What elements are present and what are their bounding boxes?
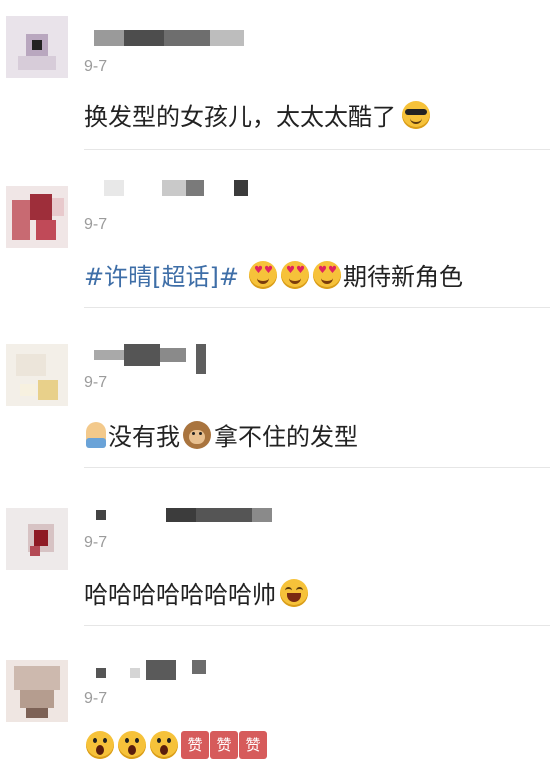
- comment-date: 9-7: [84, 374, 108, 391]
- username-blurred[interactable]: [94, 344, 206, 374]
- comment-body: 换发型的女孩儿，太太太酷了: [84, 103, 396, 131]
- comment-date: 9-7: [84, 534, 108, 551]
- heart-eyes-emoji-icon: ♥ ♥: [280, 260, 309, 289]
- comment-item[interactable]: 9-7 赞 赞 赞: [0, 626, 550, 778]
- comment-body-part1: 没有我: [108, 423, 180, 451]
- screaming-emoji-icon: [86, 731, 114, 759]
- avatar[interactable]: [6, 660, 68, 722]
- username-blurred[interactable]: [104, 180, 254, 196]
- comment-body: 期待新角色: [342, 263, 463, 291]
- comment-date: 9-7: [84, 690, 108, 707]
- comment-text: 换发型的女孩儿，太太太酷了: [84, 97, 432, 132]
- zan-sticker-icon: 赞: [210, 731, 238, 759]
- comment-item[interactable]: 9-7 没有我 拿不住的发型: [0, 308, 550, 468]
- comment-body-part2: 拿不住的发型: [214, 423, 358, 451]
- comment-date: 9-7: [84, 58, 108, 75]
- comment-item[interactable]: 9-7 哈哈哈哈哈哈哈帅: [0, 468, 550, 626]
- person-emoji-icon: [86, 421, 106, 448]
- comment-date: 9-7: [84, 216, 108, 233]
- zan-sticker-icon: 赞: [239, 731, 267, 759]
- topic-link[interactable]: #许晴[超话]#: [84, 257, 239, 292]
- heart-eyes-emoji-icon: ♥ ♥: [312, 260, 341, 289]
- avatar[interactable]: [6, 186, 68, 248]
- screaming-emoji-icon: [150, 731, 178, 759]
- username-blurred[interactable]: [96, 508, 272, 522]
- screaming-emoji-icon: [118, 731, 146, 759]
- comment-body: 哈哈哈哈哈哈哈帅: [84, 581, 276, 609]
- username-blurred[interactable]: [96, 660, 206, 680]
- avatar[interactable]: [6, 508, 68, 570]
- username-blurred[interactable]: [94, 30, 244, 46]
- comment-text: 哈哈哈哈哈哈哈帅: [84, 575, 310, 610]
- comment-text: 没有我 拿不住的发型: [84, 417, 358, 452]
- heart-eyes-emoji-icon: ♥ ♥: [248, 260, 277, 289]
- comment-item[interactable]: 9-7 #许晴[超话]# ♥ ♥ ♥ ♥ ♥ ♥ 期待新角色: [0, 150, 550, 308]
- avatar[interactable]: [6, 344, 68, 406]
- sunglasses-emoji-icon: [402, 100, 430, 129]
- monkey-emoji-icon: [183, 420, 211, 449]
- comment-text: 赞 赞 赞: [84, 731, 267, 759]
- comment-item[interactable]: 9-7 换发型的女孩儿，太太太酷了: [0, 0, 550, 150]
- comment-text: #许晴[超话]# ♥ ♥ ♥ ♥ ♥ ♥ 期待新角色: [84, 257, 463, 292]
- laughing-emoji-icon: [280, 578, 308, 607]
- zan-sticker-icon: 赞: [181, 731, 209, 759]
- avatar[interactable]: [6, 16, 68, 78]
